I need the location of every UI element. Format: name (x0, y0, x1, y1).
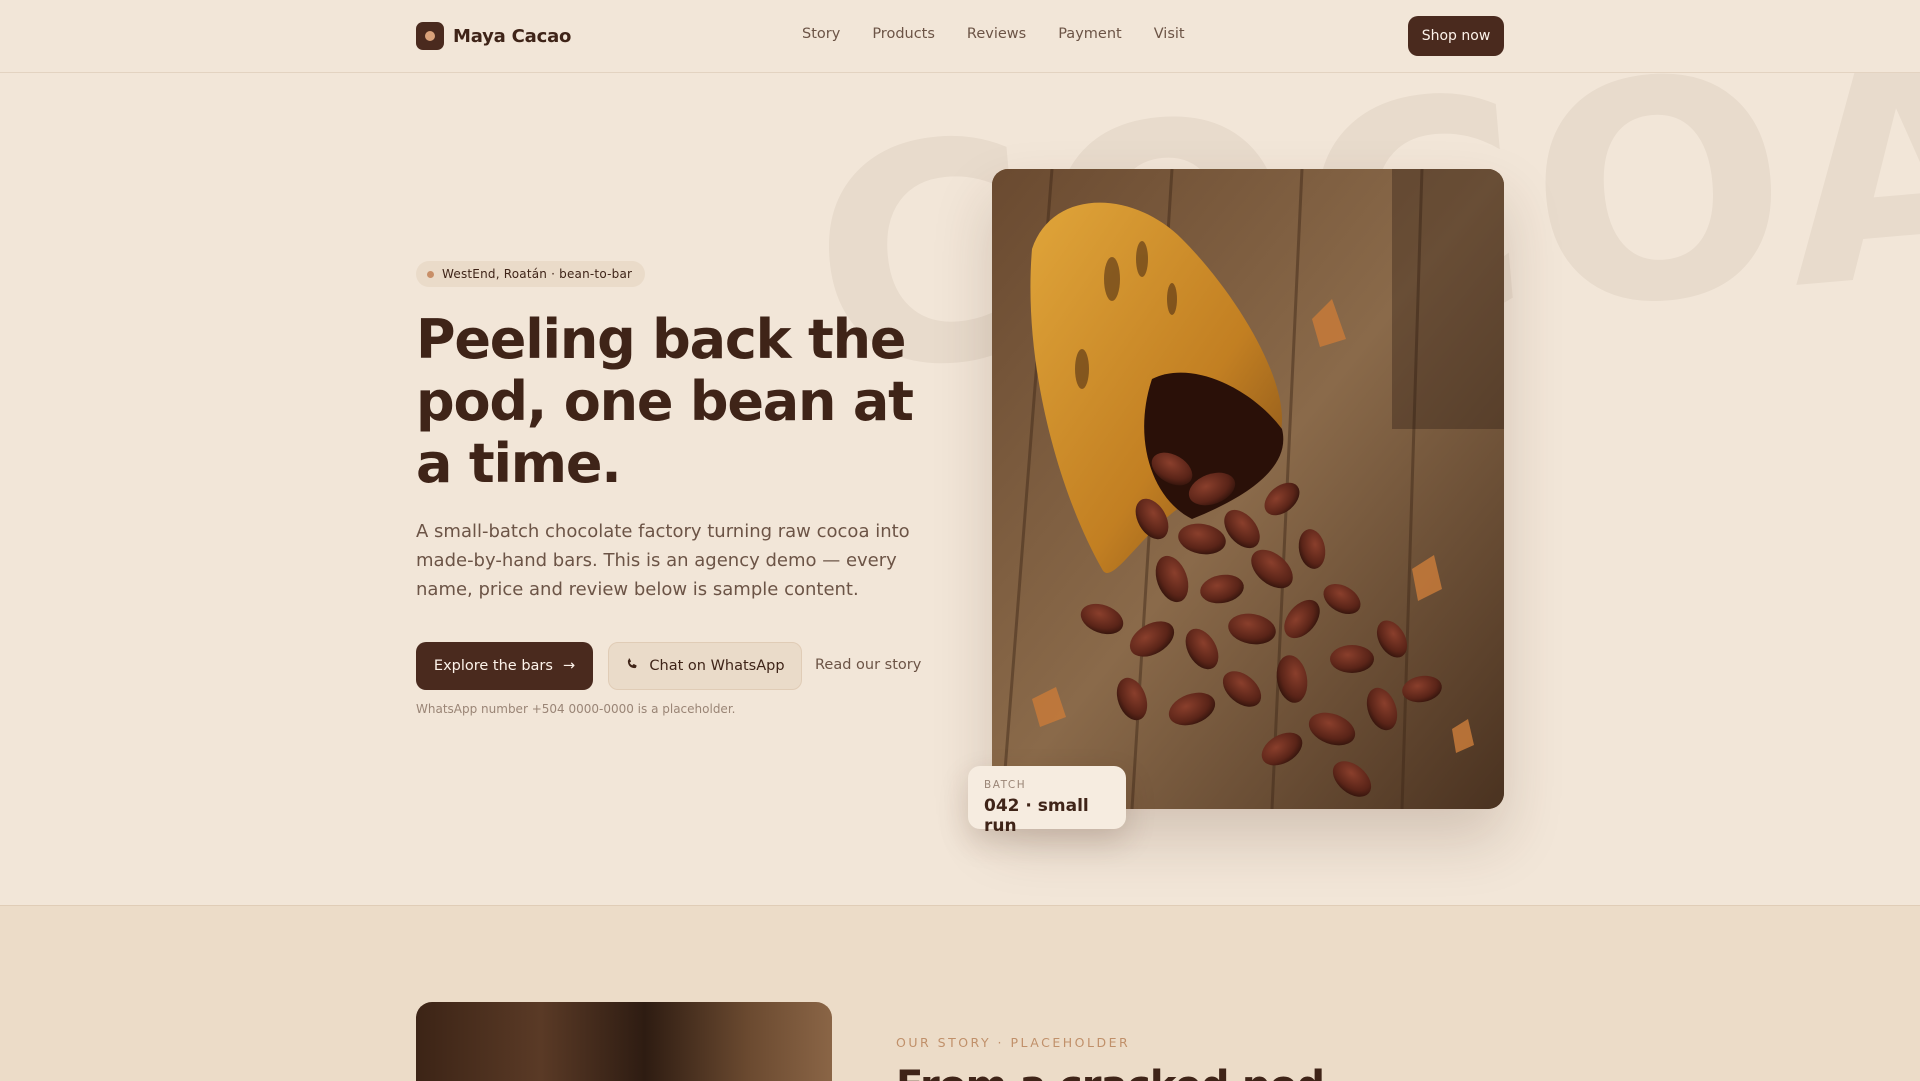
phone-icon (625, 657, 639, 675)
whatsapp-button[interactable]: Chat on WhatsApp (608, 642, 802, 690)
brand-name: Maya Cacao (453, 25, 572, 47)
brand[interactable]: Maya Cacao (416, 22, 571, 50)
story-title: From a cracked pod (896, 1063, 1325, 1081)
badge-dot-icon (427, 271, 434, 278)
explore-bars-label: Explore the bars (433, 658, 553, 674)
nav-link-story[interactable]: Story (802, 26, 840, 42)
batch-label: BATCH (984, 779, 1027, 791)
story-eyebrow: OUR STORY · PLACEHOLDER (896, 1035, 1131, 1050)
nav-link-payment[interactable]: Payment (1058, 26, 1121, 42)
hero-headline: Peeling back the pod, one bean at a time… (416, 308, 914, 495)
hero-section: COCOA WestEnd, Roatán · bean-to-bar Peel… (0, 73, 1920, 905)
story-section: OUR STORY · PLACEHOLDER From a cracked p… (0, 905, 1920, 1081)
brand-logo-icon (416, 22, 444, 50)
nav-link-visit[interactable]: Visit (1154, 26, 1185, 42)
explore-bars-button[interactable]: Explore the bars → (416, 642, 593, 690)
top-nav: Maya Cacao Story Products Reviews Paymen… (0, 0, 1920, 73)
nav-link-products[interactable]: Products (872, 26, 935, 42)
batch-value: 042 · small run (984, 796, 1089, 836)
whatsapp-label: Chat on WhatsApp (649, 658, 785, 674)
story-photo (416, 1002, 832, 1081)
read-story-link[interactable]: Read our story (815, 657, 921, 673)
cocoa-pod-photo (992, 169, 1504, 809)
nav-links: Story Products Reviews Payment Visit (802, 26, 1185, 42)
arrow-right-icon: → (562, 658, 576, 674)
nav-link-reviews[interactable]: Reviews (967, 26, 1026, 42)
whatsapp-placeholder-note: WhatsApp number +504 0000-0000 is a plac… (416, 702, 736, 716)
hero-subtitle: A small-batch chocolate factory turning … (416, 521, 910, 600)
shop-now-button[interactable]: Shop now (1408, 16, 1504, 56)
batch-card: BATCH 042 · small run (968, 766, 1126, 836)
location-badge: WestEnd, Roatán · bean-to-bar (416, 261, 646, 287)
badge-text: WestEnd, Roatán · bean-to-bar (442, 267, 633, 281)
